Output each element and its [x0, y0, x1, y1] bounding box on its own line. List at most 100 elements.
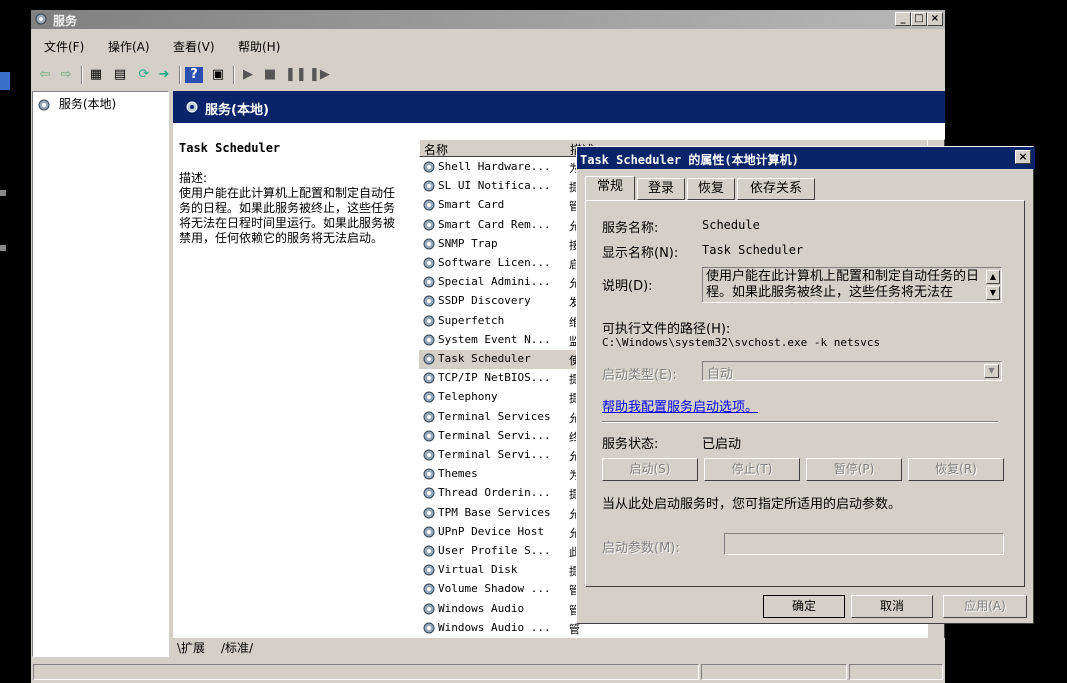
menu-action[interactable]: 操作(A)	[108, 38, 150, 55]
service-name: Telephony	[438, 390, 498, 404]
menu-help[interactable]: 帮助(H)	[238, 38, 280, 55]
startup-type-select[interactable]: 自动 ▼	[702, 361, 1002, 382]
service-name: Shell Hardware...	[438, 160, 551, 173]
tree-node-label: 服务(本地)	[58, 97, 117, 111]
console-tree-icon[interactable]: ▦	[87, 67, 105, 83]
service-name: Terminal Servi...	[438, 448, 551, 461]
pause-service-icon[interactable]: ❚❚	[285, 67, 307, 83]
back-arrow-icon[interactable]: ⇦	[36, 67, 54, 83]
gear-icon	[421, 314, 437, 328]
stop-service-icon[interactable]: ■	[261, 67, 279, 83]
toolbar-separator	[81, 66, 83, 84]
tab-general[interactable]: 常规	[585, 176, 635, 201]
help-icon[interactable]: ?	[185, 67, 203, 83]
cancel-button[interactable]: 取消	[851, 595, 933, 618]
desktop-icon[interactable]	[0, 72, 10, 90]
scroll-down-button[interactable]: ▼	[986, 286, 1000, 300]
menu-view[interactable]: 查看(V)	[173, 38, 215, 55]
details-header: 服务(本地)	[173, 91, 945, 123]
menubar: 文件(F) 操作(A) 查看(V) 帮助(H)	[31, 34, 945, 54]
tab-standard[interactable]: /标准/	[221, 639, 253, 656]
pause-button[interactable]: 暂停(P)	[806, 458, 902, 481]
resume-button[interactable]: 恢复(R)	[908, 458, 1004, 481]
scroll-up-button[interactable]: ▲	[986, 270, 1000, 284]
apply-button[interactable]: 应用(A)	[943, 595, 1027, 618]
window-title: 服务	[53, 14, 78, 28]
start-params-input[interactable]	[724, 533, 1004, 555]
forward-arrow-icon[interactable]: ⇨	[57, 67, 75, 83]
desktop-icon[interactable]	[0, 190, 6, 196]
tab-dependencies[interactable]: 依存关系	[737, 178, 815, 200]
dialog-close-button[interactable]: ×	[1015, 150, 1031, 164]
start-params-hint: 当从此处启动服务时，您可指定所适用的启动参数。	[602, 497, 902, 512]
toolbar: ⇦ ⇨ ▦ ▤ ⟳ ➜ ? ▣ ▶ ■ ❚❚ ❚▶	[31, 60, 945, 88]
description-text: 使用户能在此计算机上配置和制定自动任务的日程。如果此服务被终止，这些任务将无法在…	[179, 186, 396, 245]
gear-icon	[421, 218, 437, 232]
description-value: 使用户能在此计算机上配置和制定自动任务的日程。如果此服务被终止，这些任务将无法在	[706, 269, 980, 300]
description-box[interactable]: 使用户能在此计算机上配置和制定自动任务的日程。如果此服务被终止，这些任务将无法在…	[702, 267, 1002, 303]
toolbar-separator	[233, 66, 235, 84]
gear-icon	[421, 237, 437, 251]
close-button[interactable]: ×	[927, 12, 943, 26]
gear-icon	[421, 275, 437, 289]
service-name: User Profile S...	[438, 544, 551, 557]
service-name: Virtual Disk	[438, 563, 518, 577]
ok-button[interactable]: 确定	[763, 595, 845, 618]
display-name-label: 显示名称(N):	[602, 246, 679, 261]
gear-icon	[421, 621, 437, 635]
dialog-titlebar[interactable]: Task Scheduler 的属性(本地计算机) ×	[577, 147, 1035, 169]
service-name: SNMP Trap	[438, 236, 498, 250]
menu-file[interactable]: 文件(F)	[44, 38, 84, 55]
gear-icon	[421, 333, 437, 347]
column-header-name[interactable]: 名称	[424, 141, 448, 157]
minimize-button[interactable]: _	[895, 12, 911, 26]
export-icon[interactable]: ➜	[155, 67, 173, 83]
view-icon[interactable]: ▣	[209, 67, 227, 83]
startup-type-value: 自动	[707, 367, 734, 382]
tab-extended[interactable]: \扩展	[177, 639, 205, 656]
details-title: 服务(本地)	[205, 103, 269, 118]
status-cell	[849, 664, 943, 680]
executable-path-label: 可执行文件的路径(H):	[602, 322, 731, 337]
gear-icon	[421, 544, 437, 558]
gear-icon	[421, 179, 437, 193]
service-name: Windows Audio ...	[438, 620, 551, 634]
service-name: Thread Orderin...	[438, 486, 551, 500]
start-service-icon[interactable]: ▶	[239, 67, 257, 83]
selected-service-name: Task Scheduler	[179, 141, 281, 155]
tab-recovery[interactable]: 恢复	[687, 178, 735, 200]
gear-icon	[421, 256, 437, 270]
chevron-down-icon[interactable]: ▼	[984, 364, 999, 378]
service-name-value: Schedule	[702, 218, 760, 232]
service-status-label: 服务状态:	[602, 437, 659, 452]
properties-icon[interactable]: ▤	[111, 67, 129, 83]
gear-icon	[421, 198, 437, 212]
tab-logon[interactable]: 登录	[637, 178, 685, 200]
start-button[interactable]: 启动(S)	[602, 458, 698, 481]
refresh-icon[interactable]: ⟳	[135, 67, 153, 83]
general-tab-panel: 服务名称: Schedule 显示名称(N): Task Scheduler 说…	[585, 200, 1025, 587]
gear-icon	[421, 602, 437, 616]
service-name: SL UI Notifica...	[438, 179, 551, 193]
gear-icon	[185, 100, 199, 118]
tree-node-services-local[interactable]: 服务(本地)	[37, 95, 116, 112]
service-name-label: 服务名称:	[602, 221, 659, 236]
main-titlebar[interactable]: 服务 _ □ ×	[31, 10, 945, 29]
desktop-icon[interactable]	[0, 245, 6, 251]
display-name-value[interactable]: Task Scheduler	[702, 243, 803, 257]
gear-icon	[421, 390, 437, 404]
service-name: TCP/IP NetBIOS...	[438, 371, 551, 385]
separator	[602, 421, 998, 423]
service-name: UPnP Device Host	[438, 524, 544, 538]
executable-path-value[interactable]: C:\Windows\system32\svchost.exe -k netsv…	[602, 336, 880, 349]
gear-icon	[421, 429, 437, 443]
stop-button[interactable]: 停止(T)	[704, 458, 800, 481]
gear-icon	[421, 582, 437, 596]
gear-icon	[421, 160, 437, 174]
restart-service-icon[interactable]: ❚▶	[309, 67, 330, 83]
maximize-button[interactable]: □	[911, 12, 927, 26]
service-name: Special Admini...	[438, 275, 551, 289]
help-configure-link[interactable]: 帮助我配置服务启动选项。	[602, 396, 758, 415]
service-name: Windows Audio	[438, 601, 525, 615]
console-tree[interactable]: 服务(本地)	[32, 91, 169, 657]
